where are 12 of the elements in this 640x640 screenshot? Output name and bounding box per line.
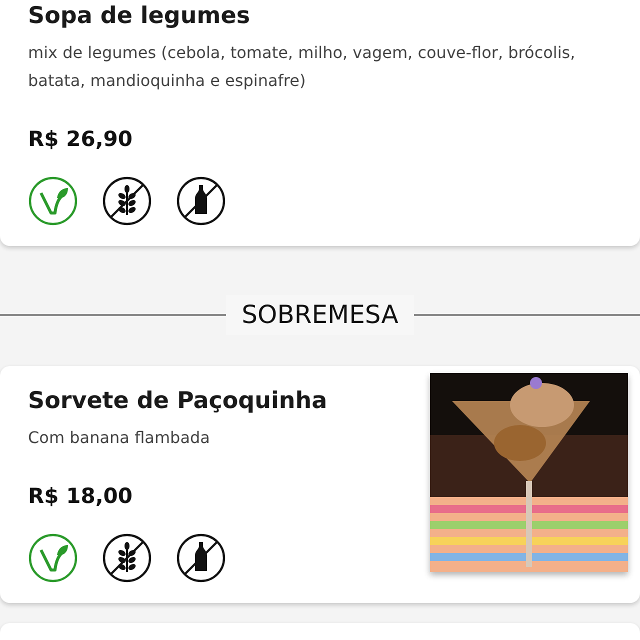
no-wheat-icon <box>102 176 152 226</box>
no-milk-bottle-icon <box>176 533 226 583</box>
dish-price: R$ 26,90 <box>28 126 134 153</box>
dish-description: mix de legumes (cebola, tomate, milho, vagem, couve-flor, brócolis, batata, mandioquinha e espinafre) <box>28 42 576 92</box>
no-wheat-icon <box>102 533 152 583</box>
dish-description: Com banana flambada <box>28 427 211 449</box>
vegan-icon <box>28 176 78 226</box>
dish-name: Sorvete de Paçoquinha <box>28 387 328 416</box>
dish-name: Sopa de legumes <box>28 2 252 31</box>
dish-price: R$ 18,00 <box>28 483 134 510</box>
no-milk-bottle-icon <box>176 176 226 226</box>
vegan-icon <box>28 533 78 583</box>
